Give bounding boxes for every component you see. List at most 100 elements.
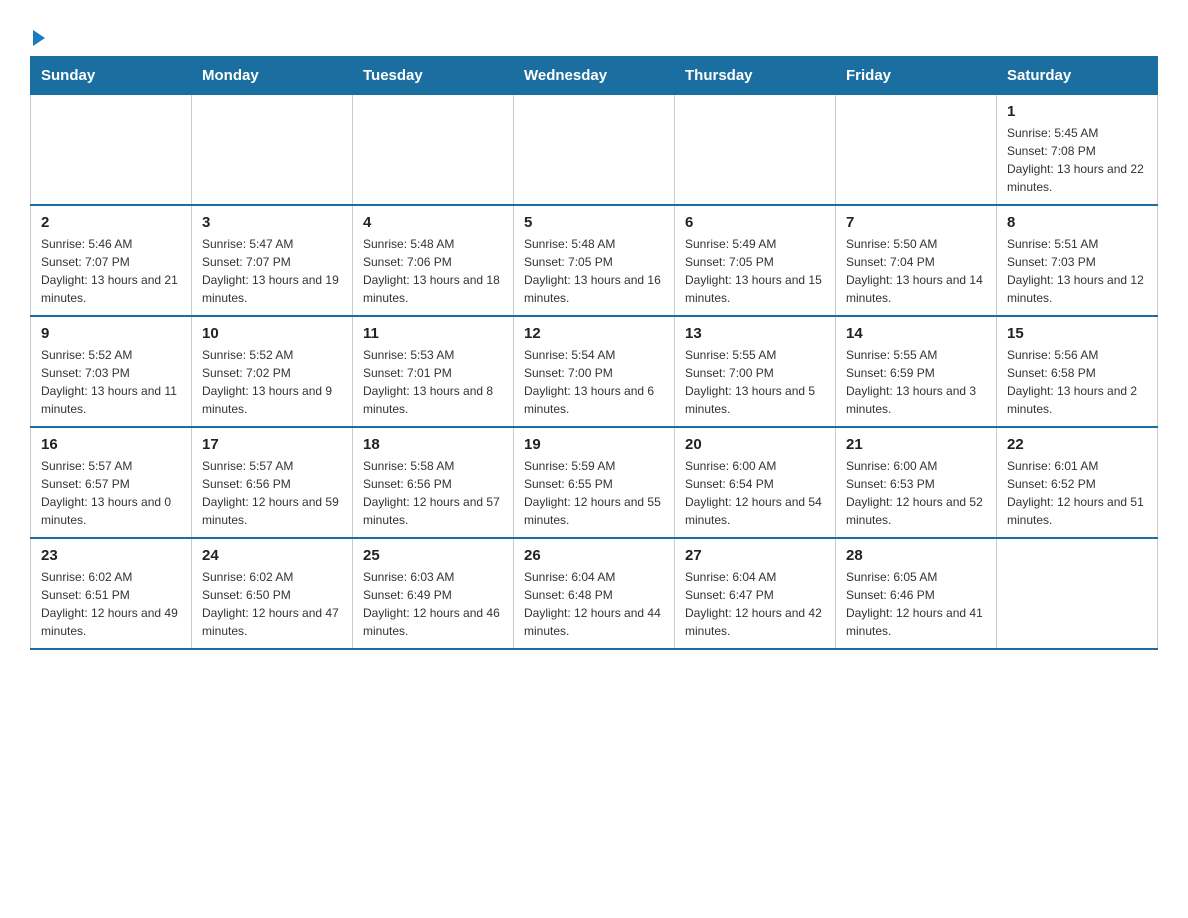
day-info-line: Daylight: 13 hours and 12 minutes.	[1007, 271, 1147, 307]
day-info-line: Daylight: 13 hours and 5 minutes.	[685, 382, 825, 418]
day-number: 26	[524, 547, 664, 564]
day-info-line: Sunset: 6:54 PM	[685, 475, 825, 493]
day-number: 21	[846, 436, 986, 453]
day-number: 1	[1007, 103, 1147, 120]
day-info-line: Sunrise: 5:58 AM	[363, 457, 503, 475]
week-row-1: 2Sunrise: 5:46 AMSunset: 7:07 PMDaylight…	[31, 205, 1158, 316]
day-info-line: Sunrise: 6:00 AM	[846, 457, 986, 475]
calendar-table: SundayMondayTuesdayWednesdayThursdayFrid…	[30, 56, 1158, 650]
day-info-line: Sunrise: 5:52 AM	[41, 346, 181, 364]
header-cell-thursday: Thursday	[675, 57, 836, 95]
day-info-line: Sunrise: 5:45 AM	[1007, 124, 1147, 142]
day-cell: 26Sunrise: 6:04 AMSunset: 6:48 PMDayligh…	[514, 538, 675, 649]
day-info-line: Sunrise: 6:01 AM	[1007, 457, 1147, 475]
day-cell	[836, 95, 997, 206]
day-number: 22	[1007, 436, 1147, 453]
day-number: 25	[363, 547, 503, 564]
day-info-line: Daylight: 13 hours and 8 minutes.	[363, 382, 503, 418]
day-cell: 9Sunrise: 5:52 AMSunset: 7:03 PMDaylight…	[31, 316, 192, 427]
day-info-line: Sunrise: 5:49 AM	[685, 235, 825, 253]
day-cell: 18Sunrise: 5:58 AMSunset: 6:56 PMDayligh…	[353, 427, 514, 538]
day-cell	[31, 95, 192, 206]
day-info-line: Sunset: 7:05 PM	[524, 253, 664, 271]
day-info-line: Sunrise: 6:04 AM	[685, 568, 825, 586]
day-info-line: Sunrise: 6:02 AM	[41, 568, 181, 586]
day-cell	[675, 95, 836, 206]
day-number: 10	[202, 325, 342, 342]
day-info-line: Sunset: 6:47 PM	[685, 586, 825, 604]
day-number: 23	[41, 547, 181, 564]
day-cell: 17Sunrise: 5:57 AMSunset: 6:56 PMDayligh…	[192, 427, 353, 538]
day-number: 13	[685, 325, 825, 342]
header-cell-sunday: Sunday	[31, 57, 192, 95]
day-info-line: Sunrise: 6:05 AM	[846, 568, 986, 586]
header-row: SundayMondayTuesdayWednesdayThursdayFrid…	[31, 57, 1158, 95]
day-number: 27	[685, 547, 825, 564]
day-info-line: Daylight: 12 hours and 52 minutes.	[846, 493, 986, 529]
day-number: 11	[363, 325, 503, 342]
day-cell: 12Sunrise: 5:54 AMSunset: 7:00 PMDayligh…	[514, 316, 675, 427]
day-number: 14	[846, 325, 986, 342]
day-info-line: Sunset: 6:56 PM	[202, 475, 342, 493]
day-cell: 24 Sunrise: 6:02 AMSunset: 6:50 PMDayligh…	[192, 538, 353, 649]
week-row-3: 16Sunrise: 5:57 AMSunset: 6:57 PMDayligh…	[31, 427, 1158, 538]
day-info-line: Sunrise: 5:52 AM	[202, 346, 342, 364]
day-number: 9	[41, 325, 181, 342]
day-info-line: Sunrise: 5:51 AM	[1007, 235, 1147, 253]
day-number: 6	[685, 214, 825, 231]
day-info-line: Sunrise: 6:02 AM	[202, 568, 342, 586]
day-cell	[997, 538, 1158, 649]
day-cell: 13Sunrise: 5:55 AMSunset: 7:00 PMDayligh…	[675, 316, 836, 427]
day-info-line: Sunrise: 5:54 AM	[524, 346, 664, 364]
day-info-line: Sunset: 6:53 PM	[846, 475, 986, 493]
day-info-line: Sunrise: 5:53 AM	[363, 346, 503, 364]
day-info-line: Sunrise: 5:48 AM	[363, 235, 503, 253]
day-info-line: Daylight: 13 hours and 14 minutes.	[846, 271, 986, 307]
day-info-line: Sunset: 6:50 PM	[202, 586, 342, 604]
day-number: 12	[524, 325, 664, 342]
day-info-line: Sunset: 7:05 PM	[685, 253, 825, 271]
day-info-line: Sunset: 6:57 PM	[41, 475, 181, 493]
day-cell: 19Sunrise: 5:59 AMSunset: 6:55 PMDayligh…	[514, 427, 675, 538]
day-info-line: Sunrise: 5:56 AM	[1007, 346, 1147, 364]
day-number: 20	[685, 436, 825, 453]
day-cell: 15Sunrise: 5:56 AMSunset: 6:58 PMDayligh…	[997, 316, 1158, 427]
day-info-line: Daylight: 13 hours and 21 minutes.	[41, 271, 181, 307]
day-info-line: Sunset: 6:51 PM	[41, 586, 181, 604]
day-cell: 7Sunrise: 5:50 AMSunset: 7:04 PMDaylight…	[836, 205, 997, 316]
header-cell-monday: Monday	[192, 57, 353, 95]
day-info-line: Daylight: 13 hours and 3 minutes.	[846, 382, 986, 418]
day-cell: 2Sunrise: 5:46 AMSunset: 7:07 PMDaylight…	[31, 205, 192, 316]
day-cell: 20Sunrise: 6:00 AMSunset: 6:54 PMDayligh…	[675, 427, 836, 538]
day-info-line: Daylight: 13 hours and 15 minutes.	[685, 271, 825, 307]
day-info-line: Daylight: 13 hours and 18 minutes.	[363, 271, 503, 307]
day-cell: 27 Sunrise: 6:04 AMSunset: 6:47 PMDayligh…	[675, 538, 836, 649]
day-cell: 5Sunrise: 5:48 AMSunset: 7:05 PMDaylight…	[514, 205, 675, 316]
day-cell	[353, 95, 514, 206]
day-cell: 14Sunrise: 5:55 AMSunset: 6:59 PMDayligh…	[836, 316, 997, 427]
logo-blue-text	[30, 30, 45, 46]
header-cell-saturday: Saturday	[997, 57, 1158, 95]
day-number: 4	[363, 214, 503, 231]
day-info-line: Sunrise: 5:46 AM	[41, 235, 181, 253]
day-info-line: Sunset: 6:56 PM	[363, 475, 503, 493]
page-header	[30, 20, 1158, 46]
day-cell: 25Sunrise: 6:03 AMSunset: 6:49 PMDayligh…	[353, 538, 514, 649]
day-number: 24	[202, 547, 342, 564]
day-number: 17	[202, 436, 342, 453]
day-info-line: Sunset: 6:49 PM	[363, 586, 503, 604]
logo	[30, 20, 45, 46]
day-info-line: Sunset: 7:02 PM	[202, 364, 342, 382]
day-info-line: Sunrise: 5:55 AM	[685, 346, 825, 364]
day-info-line: Sunset: 6:58 PM	[1007, 364, 1147, 382]
day-info-line: Daylight: 12 hours and 42 minutes.	[685, 604, 825, 640]
day-cell: 21 Sunrise: 6:00 AMSunset: 6:53 PMDayligh…	[836, 427, 997, 538]
day-cell: 28Sunrise: 6:05 AMSunset: 6:46 PMDayligh…	[836, 538, 997, 649]
day-info-line: Daylight: 12 hours and 47 minutes.	[202, 604, 342, 640]
logo-triangle-icon	[33, 30, 45, 46]
day-info-line: Sunset: 7:04 PM	[846, 253, 986, 271]
day-info-line: Sunrise: 6:04 AM	[524, 568, 664, 586]
day-info-line: Sunrise: 5:48 AM	[524, 235, 664, 253]
day-cell: 23Sunrise: 6:02 AMSunset: 6:51 PMDayligh…	[31, 538, 192, 649]
day-cell	[514, 95, 675, 206]
